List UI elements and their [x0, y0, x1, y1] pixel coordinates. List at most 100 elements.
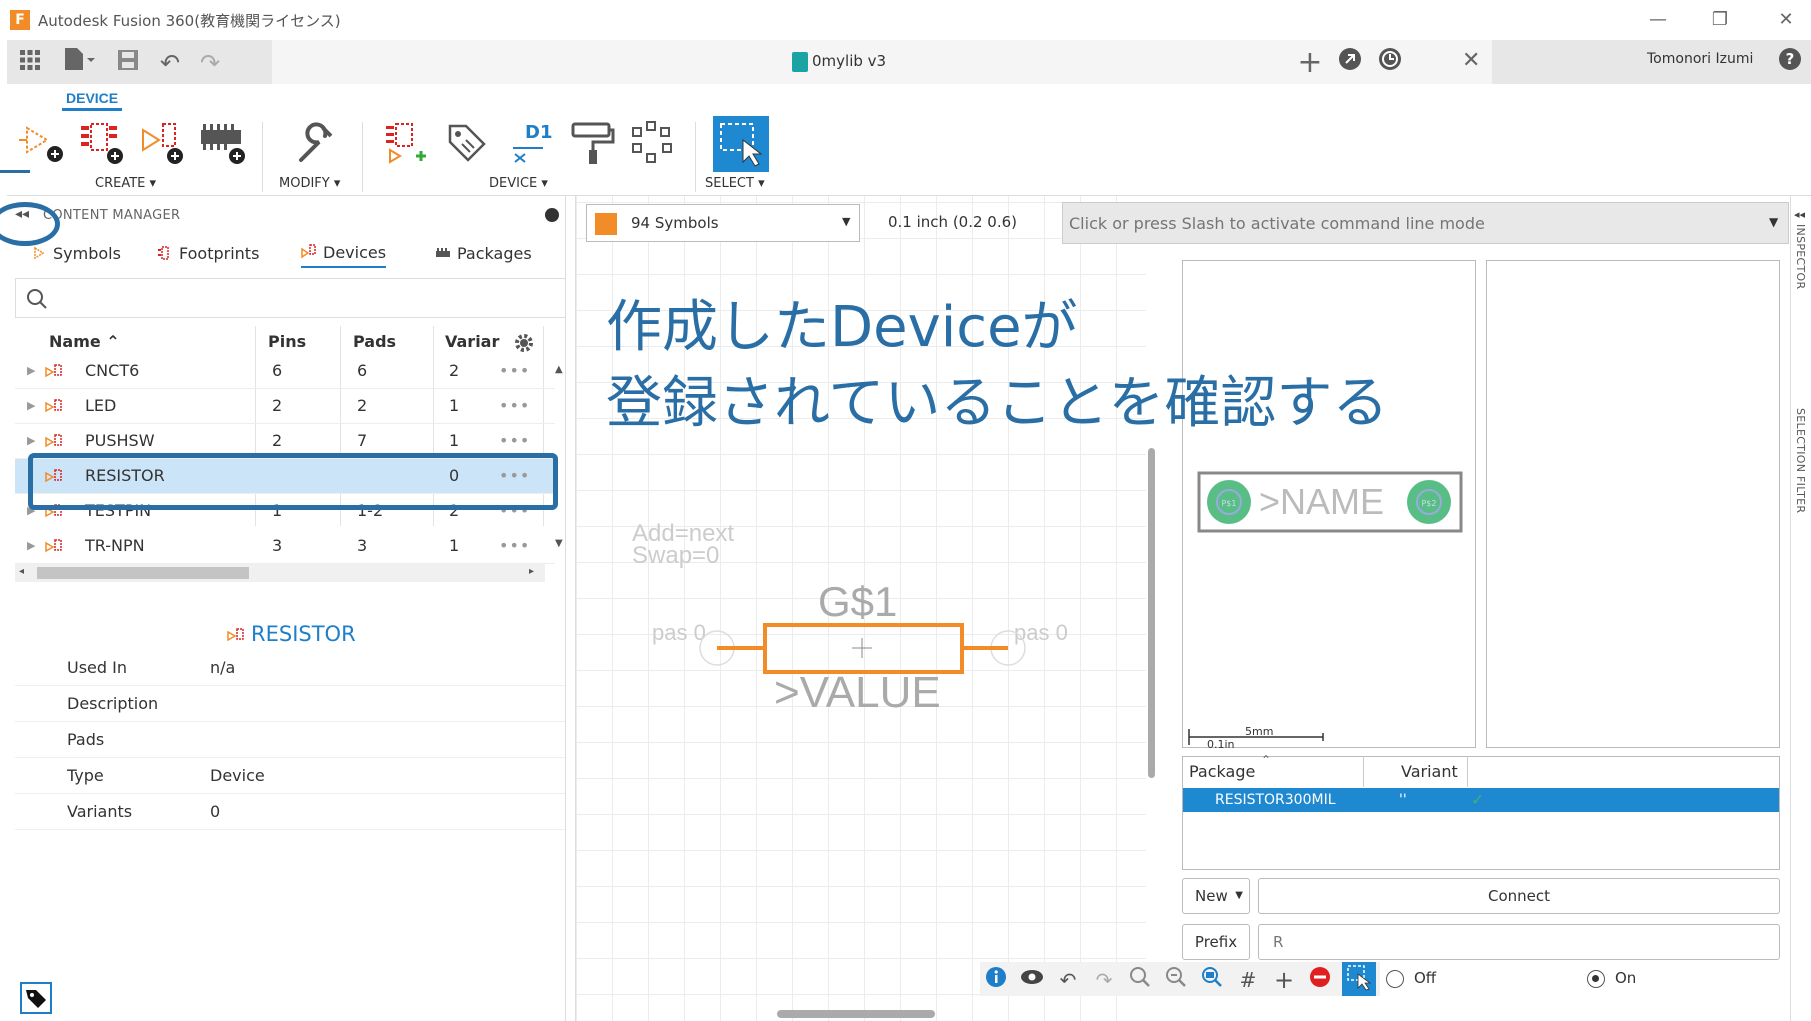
book-icon: [792, 52, 808, 72]
radio-off[interactable]: [1386, 970, 1404, 988]
ribbon-separator: [695, 122, 696, 192]
minimize-panel-icon[interactable]: [545, 208, 559, 222]
scroll-right-icon[interactable]: ▸: [529, 566, 534, 577]
inspector-tab[interactable]: INSPECTOR: [1794, 224, 1807, 289]
scroll-left-icon[interactable]: ◂: [19, 566, 24, 577]
layer-dropdown[interactable]: 94 Symbols ▼: [586, 204, 860, 242]
expand-chevron-icon[interactable]: ▶: [27, 354, 35, 388]
table-row[interactable]: ▶ LED 2 2 1 •••: [15, 389, 555, 424]
create-group-label[interactable]: CREATE ▾: [95, 176, 156, 191]
add-footprint-icon[interactable]: [77, 118, 129, 170]
package-row-selected[interactable]: RESISTOR300MIL '' ✓: [1183, 788, 1779, 812]
user-name[interactable]: Tomonori Izumi: [1647, 51, 1753, 67]
prefix-input[interactable]: R: [1258, 924, 1780, 960]
details-row: Used In n/a: [15, 650, 571, 686]
new-button[interactable]: New ▼: [1182, 878, 1250, 914]
package-table: Package ⌃ Variant RESISTOR300MIL '' ✓: [1182, 753, 1780, 870]
new-tab-icon[interactable]: +: [1293, 46, 1327, 80]
tab-device[interactable]: DEVICE: [62, 90, 123, 111]
stop-icon[interactable]: [1306, 966, 1334, 994]
name-value-icon[interactable]: D1: [507, 118, 559, 170]
device-icon: [45, 434, 62, 448]
details-key: Pads: [67, 730, 105, 749]
hscroll-thumb[interactable]: [37, 567, 249, 579]
details-value: Device: [210, 766, 265, 785]
device-group-label[interactable]: DEVICE ▾: [489, 176, 548, 191]
annotation-highlight-box: [28, 453, 558, 510]
details-key: Description: [67, 694, 159, 713]
column-header-package[interactable]: Package: [1189, 757, 1255, 787]
job-status-icon[interactable]: [1373, 46, 1407, 80]
grid-info[interactable]: 0.1 inch (0.2 0.6): [888, 213, 1017, 231]
radio-on[interactable]: [1587, 970, 1605, 988]
help-icon[interactable]: ?: [1773, 46, 1807, 80]
undo-icon[interactable]: ↶: [1054, 966, 1082, 994]
canvas-vscroll-thumb[interactable]: [1148, 448, 1155, 778]
file-menu-icon[interactable]: [61, 46, 95, 80]
command-line[interactable]: ▼: [1062, 202, 1789, 244]
scroll-down-icon[interactable]: ▼: [555, 538, 563, 549]
add-device-icon[interactable]: [137, 118, 189, 170]
expand-panel-icon[interactable]: ◂◂: [1794, 208, 1805, 221]
undo-icon[interactable]: ↶: [153, 46, 187, 80]
chevron-down-icon[interactable]: ▼: [1769, 215, 1778, 229]
add-symbol-icon[interactable]: [17, 118, 69, 170]
scale-mm-text: 5mm: [1245, 725, 1273, 738]
tag-button[interactable]: [20, 982, 52, 1014]
panel-divider[interactable]: [565, 196, 576, 1021]
prefix-button[interactable]: Prefix: [1182, 924, 1250, 960]
connect-button[interactable]: Connect: [1258, 878, 1780, 914]
device-icon: [45, 539, 62, 553]
scroll-up-icon[interactable]: ▲: [555, 364, 563, 375]
table-hscrollbar[interactable]: ◂ ▸: [15, 564, 545, 582]
column-header-variant[interactable]: Variant: [1401, 757, 1458, 787]
info-icon[interactable]: [982, 966, 1010, 994]
details-row: Variants 0: [15, 794, 571, 830]
modify-group-label[interactable]: MODIFY ▾: [279, 176, 340, 191]
grid-icon[interactable]: #: [1234, 966, 1262, 994]
device-variants: 2: [449, 361, 460, 380]
zoom-in-icon[interactable]: [1162, 966, 1190, 994]
apps-grid-icon[interactable]: [13, 46, 47, 80]
select-tool-icon[interactable]: [1342, 962, 1376, 996]
symbols-icon: [34, 246, 45, 260]
tag-icon: [26, 990, 46, 1008]
tab-symbols[interactable]: Symbols: [31, 238, 121, 268]
add-package-icon[interactable]: [197, 118, 249, 170]
select-window-icon[interactable]: [713, 116, 769, 172]
close-tab-icon[interactable]: ✕: [1462, 48, 1480, 73]
search-input[interactable]: [15, 278, 567, 318]
canvas-hscroll-thumb[interactable]: [777, 1010, 935, 1018]
title-bar: F Autodesk Fusion 360(教育機関ライセンス) — ❐ ✕: [0, 0, 1811, 40]
redo-icon[interactable]: ↷: [193, 46, 227, 80]
save-icon[interactable]: [111, 46, 145, 80]
extensions-icon[interactable]: [1333, 46, 1367, 80]
table-row[interactable]: ▶ TR-NPN 3 3 1 •••: [15, 529, 555, 564]
add-gate-icon[interactable]: [382, 118, 434, 170]
tab-packages[interactable]: Packages: [435, 238, 532, 268]
attribute-tag-icon[interactable]: [442, 118, 494, 170]
zoom-out-icon[interactable]: [1198, 966, 1226, 994]
tab-devices[interactable]: Devices: [301, 238, 387, 268]
close-window-button[interactable]: ✕: [1766, 6, 1806, 34]
more-options-icon[interactable]: •••: [499, 529, 530, 563]
wrench-icon[interactable]: [289, 118, 341, 170]
expand-chevron-icon[interactable]: ▶: [27, 529, 35, 563]
pin-arrange-icon[interactable]: [627, 118, 679, 170]
table-row[interactable]: ▶ CNCT6 6 6 2 •••: [15, 354, 555, 389]
paint-roller-icon[interactable]: [567, 118, 619, 170]
eye-icon[interactable]: [1018, 966, 1046, 994]
zoom-fit-icon[interactable]: [1126, 966, 1154, 994]
select-group-label[interactable]: SELECT ▾: [705, 176, 765, 191]
command-line-input[interactable]: [1069, 209, 1759, 237]
redo-icon[interactable]: ↷: [1090, 966, 1118, 994]
add-icon[interactable]: +: [1270, 966, 1298, 994]
package-3d-preview[interactable]: [1486, 260, 1780, 748]
more-options-icon[interactable]: •••: [499, 354, 530, 388]
minimize-button[interactable]: —: [1638, 6, 1678, 34]
expand-chevron-icon[interactable]: ▶: [27, 389, 35, 423]
more-options-icon[interactable]: •••: [499, 389, 530, 423]
restore-button[interactable]: ❐: [1700, 6, 1740, 34]
tab-footprints[interactable]: Footprints: [157, 238, 259, 268]
selection-filter-tab[interactable]: SELECTION FILTER: [1794, 408, 1807, 513]
